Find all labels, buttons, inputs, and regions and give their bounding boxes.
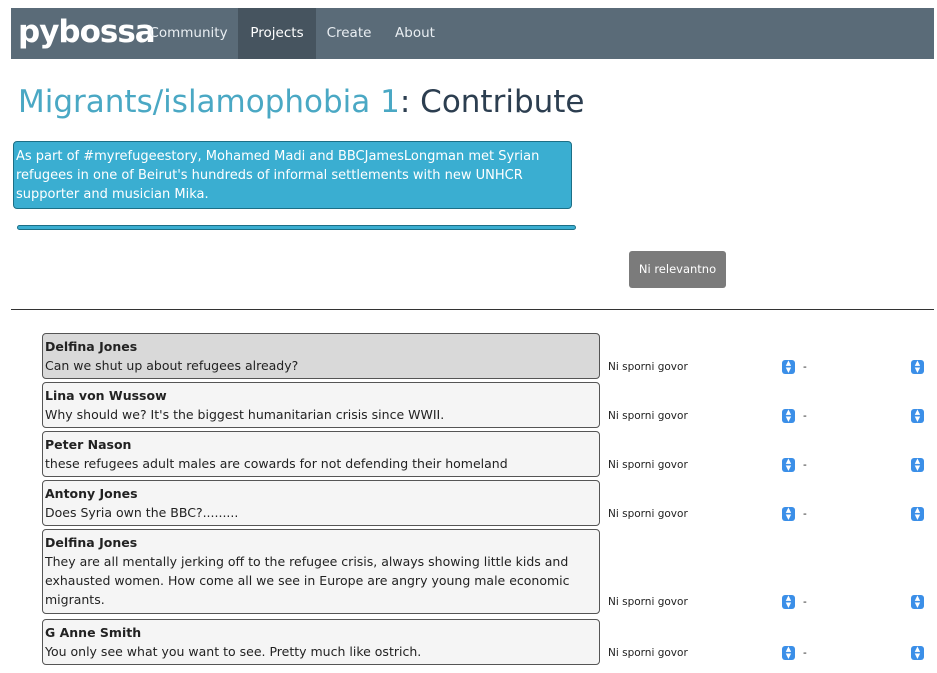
comment-text: Can we shut up about refugees already?	[45, 358, 299, 373]
subcategory-select[interactable]: - ▲ ▼	[797, 646, 924, 661]
subcategory-select-value: -	[803, 459, 807, 471]
comment-item: Delfina Jones They are all mentally jerki…	[42, 529, 600, 614]
subcategory-select[interactable]: - ▲ ▼	[797, 458, 924, 473]
subcategory-select-value: -	[803, 361, 807, 373]
chevron-updown-icon: ▲ ▼	[911, 507, 924, 521]
chevron-updown-icon: ▲ ▼	[911, 360, 924, 374]
comment-text: Why should we? It's the biggest humanita…	[45, 407, 445, 422]
subcategory-select[interactable]: - ▲ ▼	[797, 507, 924, 522]
chevron-updown-icon: ▲ ▼	[782, 458, 795, 472]
chevron-updown-icon: ▲ ▼	[782, 595, 795, 609]
subcategory-select[interactable]: - ▲ ▼	[797, 409, 924, 424]
comment-text: these refugees adult males are cowards f…	[45, 456, 508, 471]
divider	[11, 309, 934, 310]
page-title-suffix: : Contribute	[399, 84, 585, 120]
category-select-value: Ni sporni govor	[608, 647, 688, 659]
comment-item: Peter Nason these refugees adult males ar…	[42, 431, 600, 477]
nav-community[interactable]: Community	[139, 8, 238, 59]
subcategory-select-value: -	[803, 647, 807, 659]
subcategory-select[interactable]: - ▲ ▼	[797, 595, 924, 610]
project-title-link[interactable]: Migrants/islamophobia 1	[18, 84, 400, 120]
chevron-updown-icon: ▲ ▼	[911, 409, 924, 423]
subcategory-select-value: -	[803, 410, 807, 422]
chevron-updown-icon: ▲ ▼	[782, 507, 795, 521]
page-title: Migrants/islamophobia 1: Contribute	[18, 80, 585, 124]
progress-bar	[17, 225, 576, 230]
category-select[interactable]: Ni sporni govor ▲ ▼	[602, 409, 795, 424]
category-select-value: Ni sporni govor	[608, 361, 688, 373]
category-select-value: Ni sporni govor	[608, 459, 688, 471]
comment-item: Lina von Wussow Why should we? It's the b…	[42, 382, 600, 428]
comment-text: They are all mentally jerking off to the…	[45, 554, 570, 607]
chevron-updown-icon: ▲ ▼	[911, 458, 924, 472]
nav-create[interactable]: Create	[316, 8, 382, 59]
category-select-value: Ni sporni govor	[608, 596, 688, 608]
chevron-updown-icon: ▲ ▼	[782, 409, 795, 423]
comment-author: Antony Jones	[45, 486, 138, 501]
not-relevant-button[interactable]: Ni relevantno	[629, 251, 726, 288]
comment-author: Delfina Jones	[45, 339, 138, 354]
category-select[interactable]: Ni sporni govor ▲ ▼	[602, 646, 795, 661]
category-select[interactable]: Ni sporni govor ▲ ▼	[602, 507, 795, 522]
subcategory-select-value: -	[803, 596, 807, 608]
chevron-updown-icon: ▲ ▼	[782, 646, 795, 660]
comment-item: Delfina Jones Can we shut up about refuge…	[42, 333, 600, 379]
comment-author: Delfina Jones	[45, 535, 138, 550]
category-select-value: Ni sporni govor	[608, 508, 688, 520]
category-select[interactable]: Ni sporni govor ▲ ▼	[602, 458, 795, 473]
chevron-updown-icon: ▲ ▼	[911, 595, 924, 609]
subcategory-select-value: -	[803, 508, 807, 520]
comment-author: Lina von Wussow	[45, 388, 167, 403]
comment-text: You only see what you want to see. Prett…	[45, 644, 422, 659]
category-select[interactable]: Ni sporni govor ▲ ▼	[602, 595, 795, 610]
category-select[interactable]: Ni sporni govor ▲ ▼	[602, 360, 795, 375]
comment-author: G Anne Smith	[45, 625, 142, 640]
chevron-updown-icon: ▲ ▼	[782, 360, 795, 374]
comment-text: Does Syria own the BBC?.........	[45, 505, 239, 520]
category-select-value: Ni sporni govor	[608, 410, 688, 422]
navbar: pybossa Community Projects Create About	[11, 8, 934, 59]
subcategory-select[interactable]: - ▲ ▼	[797, 360, 924, 375]
comment-item: G Anne Smith You only see what you want t…	[42, 619, 600, 665]
nav-projects[interactable]: Projects	[238, 8, 316, 59]
comment-author: Peter Nason	[45, 437, 132, 452]
brand-logo[interactable]: pybossa	[18, 12, 156, 52]
nav-about[interactable]: About	[382, 8, 448, 59]
chevron-updown-icon: ▲ ▼	[911, 646, 924, 660]
comment-item: Antony Jones Does Syria own the BBC?.....…	[42, 480, 600, 526]
tweet-box: As part of #myrefugeestory, Mohamed Madi…	[13, 141, 572, 209]
